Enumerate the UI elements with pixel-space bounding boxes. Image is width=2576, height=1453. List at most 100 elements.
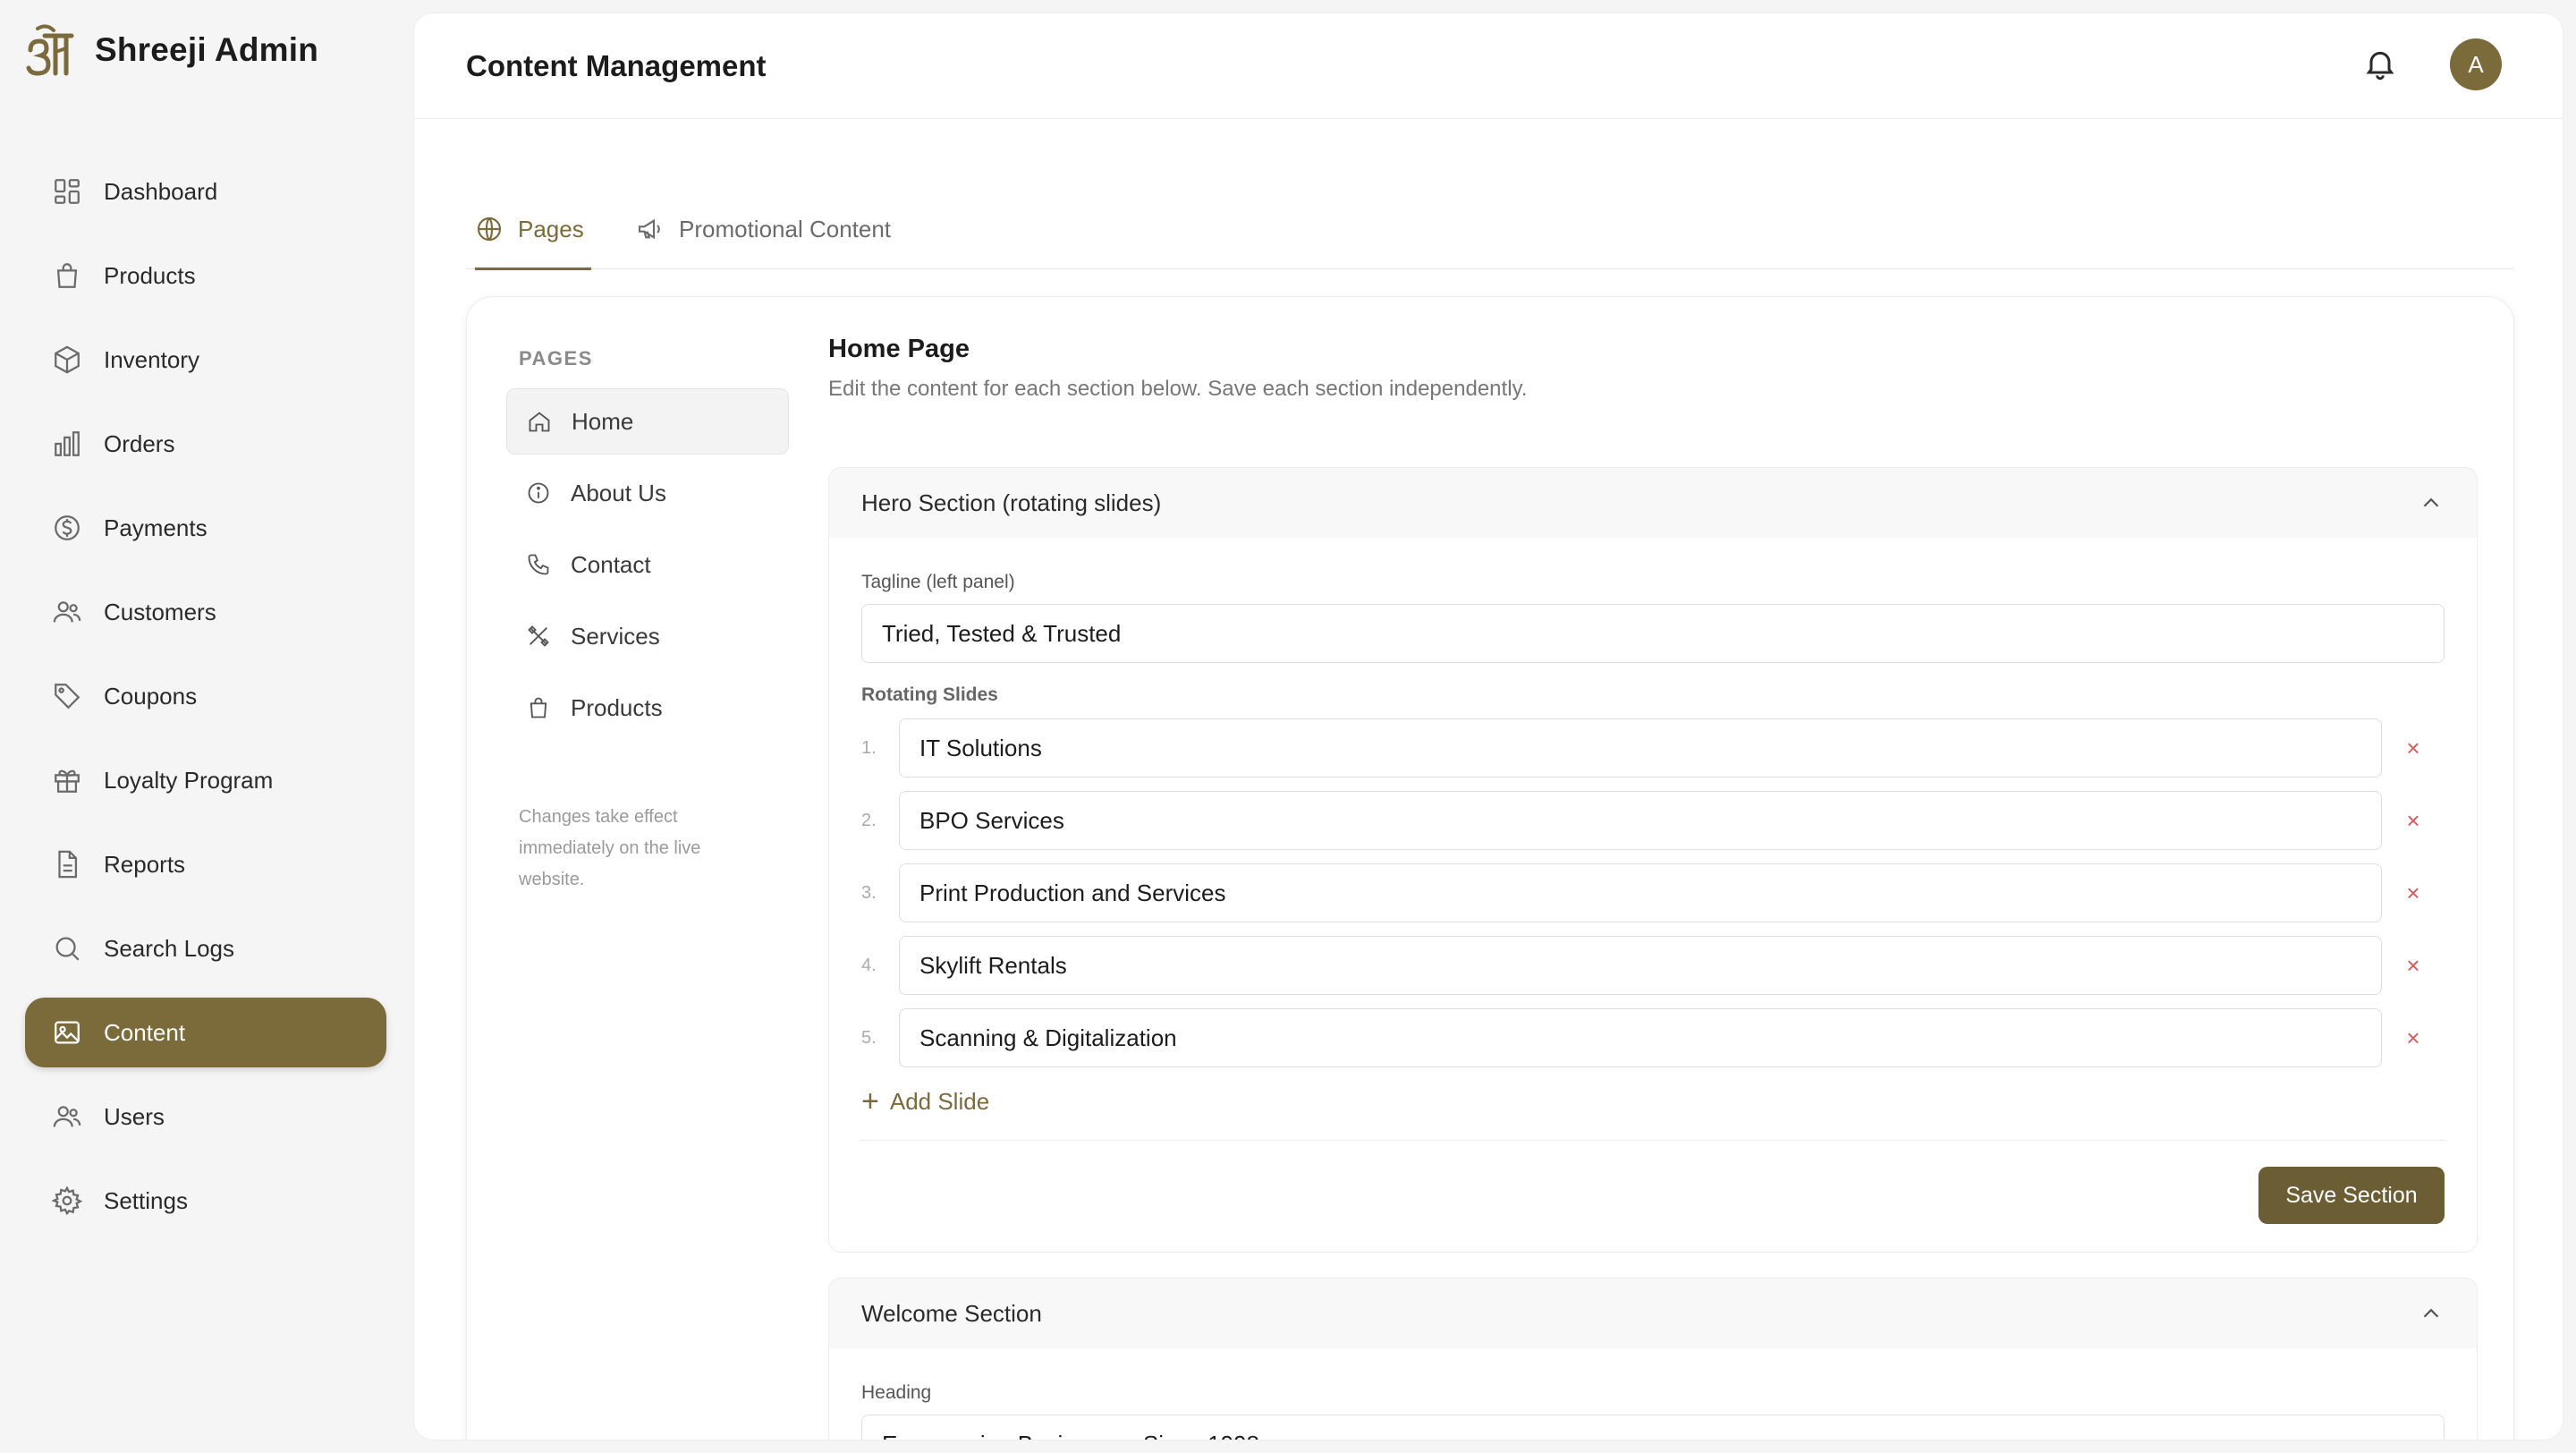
tab-promotional-content[interactable]: Promotional Content — [636, 189, 891, 269]
pages-nav-label: Contact — [571, 550, 651, 578]
slide-number: 3. — [861, 882, 877, 903]
content-tabs: Pages Promotional Content — [466, 189, 2514, 270]
sidebar-item-label: Inventory — [104, 345, 199, 373]
remove-slide-button[interactable]: × — [2382, 952, 2445, 980]
sidebar-item-dashboard[interactable]: Dashboard — [25, 157, 386, 226]
phone-icon — [528, 554, 549, 575]
sidebar-item-label: Orders — [104, 429, 175, 457]
pages-nav-label: Products — [571, 693, 663, 721]
sidebar-item-search-logs[interactable]: Search Logs — [25, 913, 386, 983]
info-icon — [528, 482, 549, 504]
add-slide-button[interactable]: + Add Slide — [861, 1086, 989, 1117]
slide-input[interactable] — [899, 791, 2382, 850]
sidebar-item-content[interactable]: Content — [25, 998, 386, 1067]
tab-pages[interactable]: Pages — [475, 189, 591, 270]
pages-nav-label: About Us — [571, 479, 666, 506]
hero-section: Hero Section (rotating slides) Tagline (… — [828, 467, 2478, 1253]
pages-nav-item-contact[interactable]: Contact — [506, 531, 789, 598]
app-root: Shreeji Admin Dashboard Products Invento… — [0, 0, 2576, 1453]
hero-section-header[interactable]: Hero Section (rotating slides) — [829, 468, 2477, 538]
shree-logo-icon — [26, 24, 74, 76]
page-title: Content Management — [466, 49, 767, 82]
pages-nav-label: Services — [571, 622, 660, 650]
slide-row: 3. × — [861, 863, 2445, 922]
section-divider — [861, 1140, 2445, 1141]
remove-slide-button[interactable]: × — [2382, 879, 2445, 907]
pages-nav-note: Changes take effect immediately on the l… — [519, 807, 701, 889]
search-icon — [55, 937, 80, 961]
slide-number: 5. — [861, 1027, 877, 1048]
page-editor: Home Page Edit the content for each sect… — [828, 335, 2478, 1440]
slide-input[interactable] — [899, 936, 2382, 995]
top-header: Content Management A — [414, 13, 2563, 119]
sidebar-item-label: Content — [104, 1018, 186, 1046]
hero-section-body: Tagline (left panel) Rotating Slides 1. … — [829, 572, 2477, 1141]
tagline-input[interactable] — [861, 604, 2445, 663]
gift-icon — [55, 769, 80, 793]
gear-icon — [52, 1185, 82, 1216]
file-icon — [58, 850, 78, 879]
bar-chart-icon — [55, 431, 80, 456]
save-section-button[interactable]: Save Section — [2258, 1167, 2445, 1224]
slide-input[interactable] — [899, 863, 2382, 922]
pages-card: PAGES Home About Us Contact Services Pro… — [466, 296, 2514, 1440]
rotating-slides-label: Rotating Slides — [861, 684, 998, 705]
megaphone-icon — [638, 218, 660, 240]
sidebar-item-label: Products — [104, 261, 196, 289]
pages-nav-title: PAGES — [519, 347, 593, 370]
tab-label: Pages — [518, 215, 584, 242]
hero-section-title: Hero Section (rotating slides) — [861, 489, 1162, 516]
tab-label: Promotional Content — [679, 215, 892, 242]
sidebar-nav: Dashboard Products Inventory Orders Paym… — [25, 157, 386, 1250]
slide-input[interactable] — [899, 1008, 2382, 1067]
sidebar-item-loyalty-program[interactable]: Loyalty Program — [25, 745, 386, 815]
sidebar-item-payments[interactable]: Payments — [25, 493, 386, 563]
sidebar-item-settings[interactable]: Settings — [25, 1166, 386, 1236]
brand[interactable]: Shreeji Admin — [25, 23, 318, 77]
sidebar-item-users[interactable]: Users — [25, 1082, 386, 1151]
plus-icon: + — [861, 1084, 879, 1118]
dashboard-icon — [55, 179, 80, 204]
sidebar-item-label: Customers — [104, 598, 216, 625]
sidebar-item-customers[interactable]: Customers — [25, 577, 386, 647]
sidebar-item-inventory[interactable]: Inventory — [25, 325, 386, 395]
main-panel: Content Management A Pages Promotional C… — [413, 13, 2563, 1440]
sidebar-item-products[interactable]: Products — [25, 241, 386, 310]
shopping-bag-icon — [530, 697, 547, 718]
slide-number: 2. — [861, 810, 877, 830]
pages-nav-item-home[interactable]: Home — [506, 388, 789, 455]
pages-nav-item-services[interactable]: Services — [506, 603, 789, 669]
slide-row: 4. × — [861, 936, 2445, 995]
welcome-section-header[interactable]: Welcome Section — [829, 1279, 2477, 1348]
users-icon — [53, 1106, 81, 1127]
tools-icon — [528, 625, 549, 647]
sidebar-item-label: Dashboard — [104, 177, 218, 205]
remove-slide-button[interactable]: × — [2382, 735, 2445, 762]
avatar[interactable]: A — [2450, 38, 2502, 90]
remove-slide-button[interactable]: × — [2382, 807, 2445, 835]
editor-title: Home Page — [828, 335, 970, 363]
slide-row: 2. × — [861, 791, 2445, 850]
pages-nav-item-products[interactable]: Products — [506, 675, 789, 741]
sidebar-item-reports[interactable]: Reports — [25, 829, 386, 899]
notifications-button[interactable] — [2362, 46, 2402, 85]
sidebar: Shreeji Admin Dashboard Products Invento… — [0, 0, 413, 1453]
welcome-section-title: Welcome Section — [861, 1299, 1042, 1327]
image-icon — [55, 1021, 80, 1044]
slide-number: 4. — [861, 955, 877, 975]
sidebar-item-label: Coupons — [104, 682, 198, 710]
home-icon — [529, 412, 550, 432]
pages-nav-item-about-us[interactable]: About Us — [506, 460, 789, 526]
welcome-section: Welcome Section Heading — [828, 1278, 2478, 1440]
sidebar-item-label: Settings — [104, 1186, 188, 1214]
heading-input[interactable] — [861, 1415, 2445, 1440]
welcome-section-body: Heading — [829, 1382, 2477, 1440]
sidebar-item-orders[interactable]: Orders — [25, 409, 386, 479]
remove-slide-button[interactable]: × — [2382, 1024, 2445, 1052]
box-icon — [55, 345, 80, 374]
sidebar-item-coupons[interactable]: Coupons — [25, 661, 386, 731]
brand-name: Shreeji Admin — [95, 31, 319, 68]
sidebar-item-label: Reports — [104, 850, 186, 878]
shopping-bag-icon — [56, 263, 78, 288]
slide-input[interactable] — [899, 718, 2382, 777]
